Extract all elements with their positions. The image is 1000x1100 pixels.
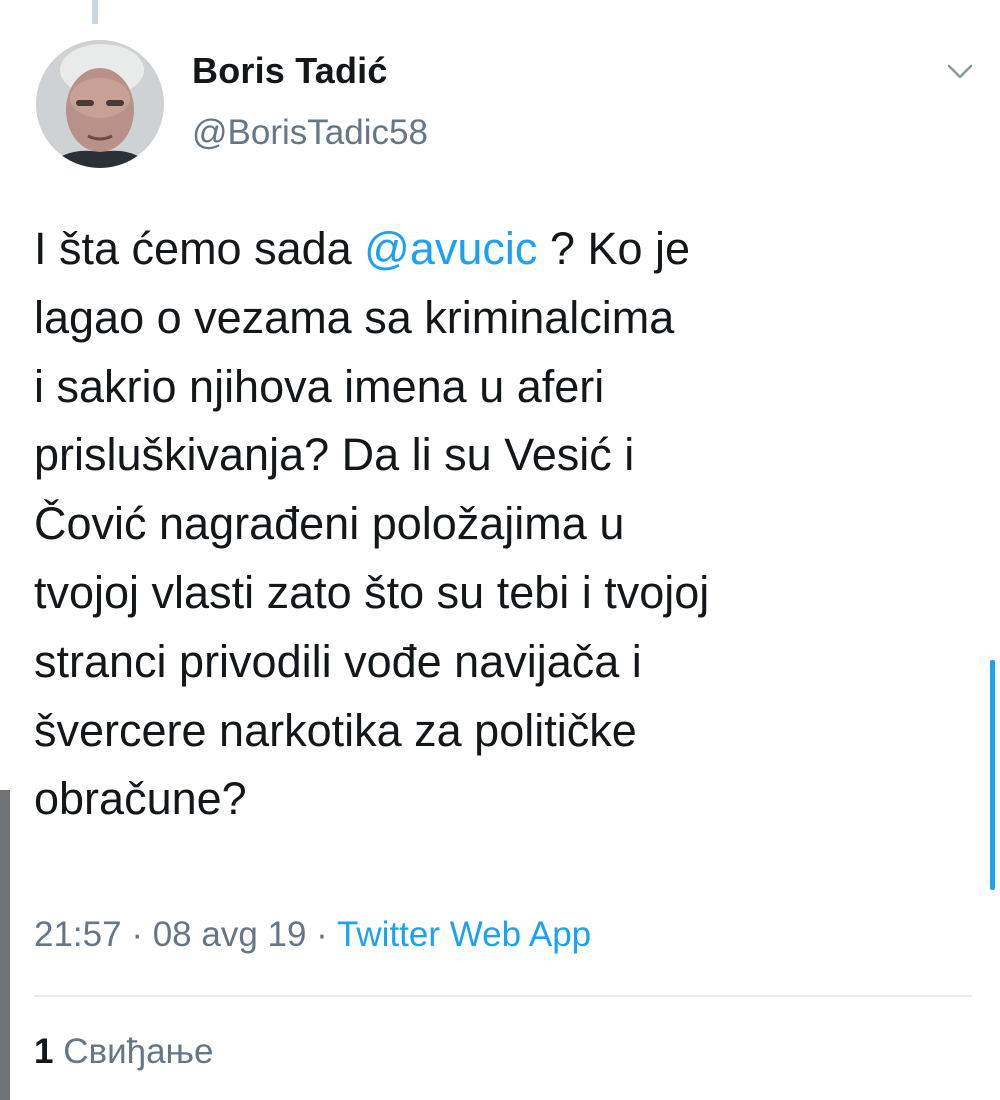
avatar[interactable]	[36, 40, 164, 168]
tweet-time[interactable]: 21:57	[34, 915, 122, 954]
author-display-name[interactable]: Boris Tadić	[192, 50, 388, 92]
tweet-menu-button[interactable]	[940, 52, 980, 92]
author-handle[interactable]: @BorisTadic58	[192, 113, 428, 153]
likes-stat[interactable]: 1 Свиђање	[34, 1032, 213, 1072]
likes-label: Свиђање	[53, 1032, 214, 1071]
meta-separator: ·	[121, 915, 153, 954]
tweet-metadata: 21:57 · 08 avg 19 · Twitter Web App	[34, 915, 591, 955]
tweet-text-line: i sakrio njihova imena u aferi	[34, 360, 605, 412]
tweet-text-line: tvojoj vlasti zato što su tebi i tvojoj	[34, 566, 710, 618]
tweet-text-line: prisluškivanja? Da li su Vesić i	[34, 429, 635, 481]
tweet-text-line: Čović nagrađeni položajima u	[34, 498, 625, 550]
tweet-text-line: stranci privodili vođe navijača i	[34, 635, 642, 687]
tweet-text: I šta ćemo sada @avucic ? Ko je lagao o …	[34, 215, 974, 834]
tweet-text-segment: ? Ko je	[537, 223, 691, 274]
tweet-text-line: obračune?	[34, 773, 247, 825]
chevron-down-icon	[947, 64, 973, 79]
meta-separator: ·	[306, 915, 337, 954]
tweet-source-link[interactable]: Twitter Web App	[337, 915, 591, 954]
tweet-date[interactable]: 08 avg 19	[153, 915, 307, 954]
user-avatar-icon	[36, 40, 164, 168]
left-edge-panel	[0, 790, 10, 1100]
tweet-text-line: švercere narkotika za političke	[34, 704, 637, 756]
tweet-text-segment: I šta ćemo sada	[34, 223, 365, 274]
likes-count: 1	[34, 1032, 54, 1071]
scrollbar[interactable]	[990, 660, 995, 890]
mention-link[interactable]: @avucic	[364, 223, 537, 274]
thread-line	[92, 0, 98, 24]
divider	[34, 995, 972, 997]
tweet-text-line: I šta ćemo sada @avucic ? Ko je	[34, 215, 974, 284]
tweet-text-line: lagao o vezama sa kriminalcima	[34, 291, 675, 343]
